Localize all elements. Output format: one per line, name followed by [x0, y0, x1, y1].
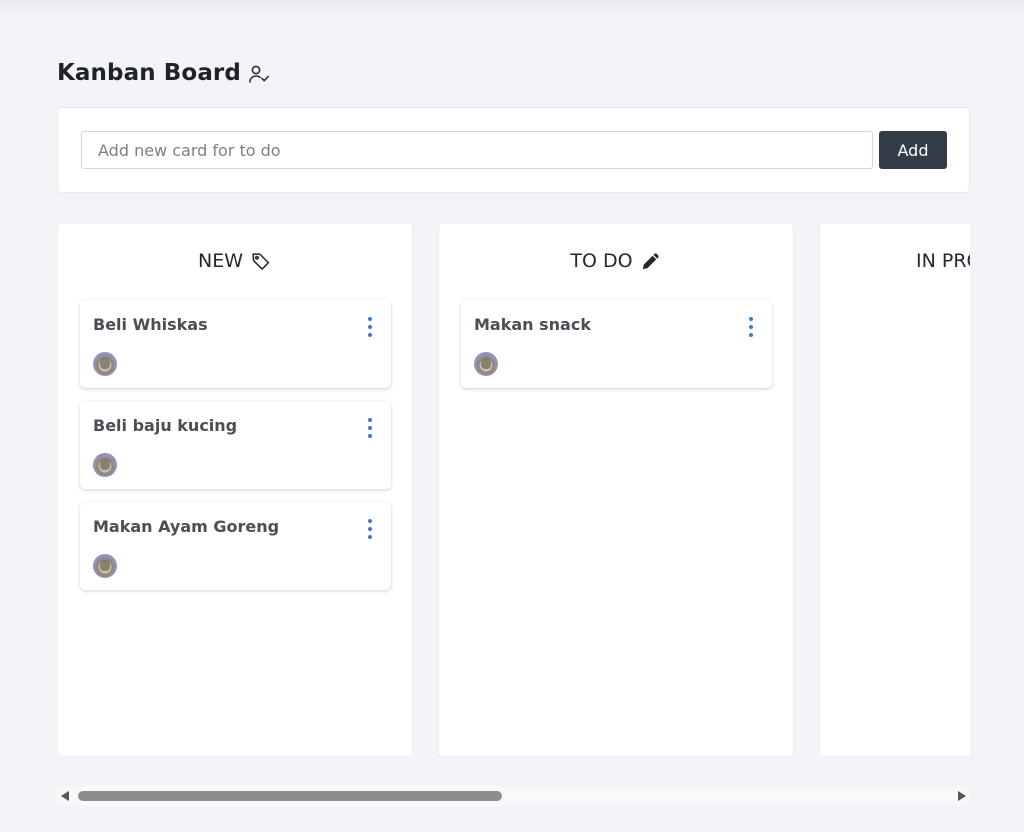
user-check-icon: [247, 62, 271, 86]
cat-avatar: [93, 554, 117, 578]
card[interactable]: Beli baju kucing: [80, 401, 391, 489]
cat-avatar: [93, 352, 117, 376]
column-header: TO DO: [439, 246, 793, 276]
kanban-board[interactable]: NEW Beli Whiskas Beli baju kucing Makan …: [57, 223, 970, 759]
column-title: NEW: [197, 250, 243, 272]
column-title: IN PRO: [916, 250, 970, 272]
column-title: TO DO: [570, 250, 633, 272]
column-header: NEW: [58, 246, 412, 276]
card-menu-icon[interactable]: [363, 519, 377, 539]
add-card-input[interactable]: [81, 131, 873, 169]
add-card-button[interactable]: Add: [879, 131, 947, 169]
add-card-panel: Add: [57, 107, 970, 193]
card-title: Beli baju kucing: [93, 416, 238, 435]
scroll-left-icon[interactable]: [61, 791, 69, 801]
card-title: Makan Ayam Goreng: [93, 517, 280, 536]
card[interactable]: Makan snack: [461, 300, 772, 388]
horizontal-scrollbar[interactable]: [57, 786, 970, 806]
tag-icon: [250, 250, 272, 272]
scroll-right-icon[interactable]: [958, 791, 966, 801]
column-new: NEW Beli Whiskas Beli baju kucing Makan …: [57, 223, 413, 757]
page-title-text: Kanban Board: [57, 60, 241, 86]
card-title: Beli Whiskas: [93, 315, 208, 334]
column-header: IN PRO: [820, 246, 970, 276]
card-title: Makan snack: [474, 315, 591, 334]
card-menu-icon[interactable]: [363, 317, 377, 337]
card[interactable]: Beli Whiskas: [80, 300, 391, 388]
top-shadow: [0, 0, 1024, 18]
scroll-thumb[interactable]: [78, 791, 502, 801]
card-menu-icon[interactable]: [744, 317, 758, 337]
pencil-icon: [640, 250, 662, 272]
column-in-progress: IN PRO: [819, 223, 970, 757]
card-menu-icon[interactable]: [363, 418, 377, 438]
card[interactable]: Makan Ayam Goreng: [80, 502, 391, 590]
cat-avatar: [93, 453, 117, 477]
page-title: Kanban Board: [57, 57, 271, 89]
cat-avatar: [474, 352, 498, 376]
column-to-do: TO DO Makan snack: [438, 223, 794, 757]
